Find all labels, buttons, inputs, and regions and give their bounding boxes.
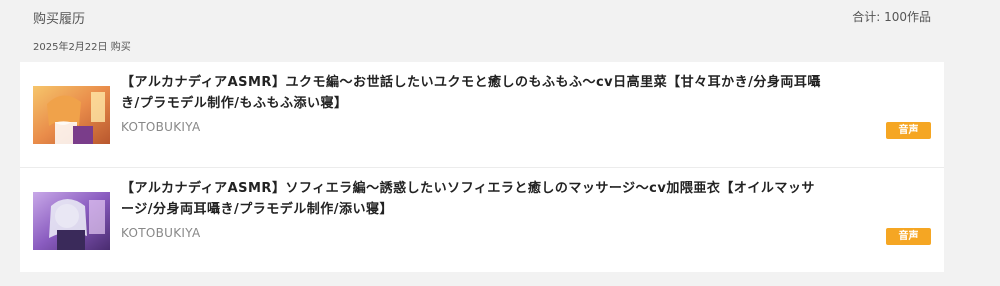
thumbnail-image [33,86,110,144]
total-count: 合计: 100作品 [852,10,931,24]
thumbnail-image [33,192,110,250]
page-title: 购买履历 [33,12,86,27]
purchase-list: 【アルカナディアASMR】ユクモ編～お世話したいユクモと癒しのもふもふ～cv日高… [20,62,944,272]
purchase-date-label: 2025年2月22日 购买 [33,42,131,53]
item-thumbnail[interactable] [33,86,110,144]
category-badge: 音声 [886,228,931,245]
item-maker[interactable]: KOTOBUKIYA [121,226,200,240]
item-thumbnail[interactable] [33,192,110,250]
list-item[interactable]: 【アルカナディアASMR】ユクモ編～お世話したいユクモと癒しのもふもふ～cv日高… [20,62,944,168]
category-badge: 音声 [886,122,931,139]
list-item[interactable]: 【アルカナディアASMR】ソフィエラ編～誘惑したいソフィエラと癒しのマッサージ～… [20,168,944,273]
page-header: 购买履历 合计: 100作品 [33,8,931,28]
item-title[interactable]: 【アルカナディアASMR】ソフィエラ編～誘惑したいソフィエラと癒しのマッサージ～… [121,178,821,220]
item-maker[interactable]: KOTOBUKIYA [121,120,200,134]
item-title[interactable]: 【アルカナディアASMR】ユクモ編～お世話したいユクモと癒しのもふもふ～cv日高… [121,72,821,114]
